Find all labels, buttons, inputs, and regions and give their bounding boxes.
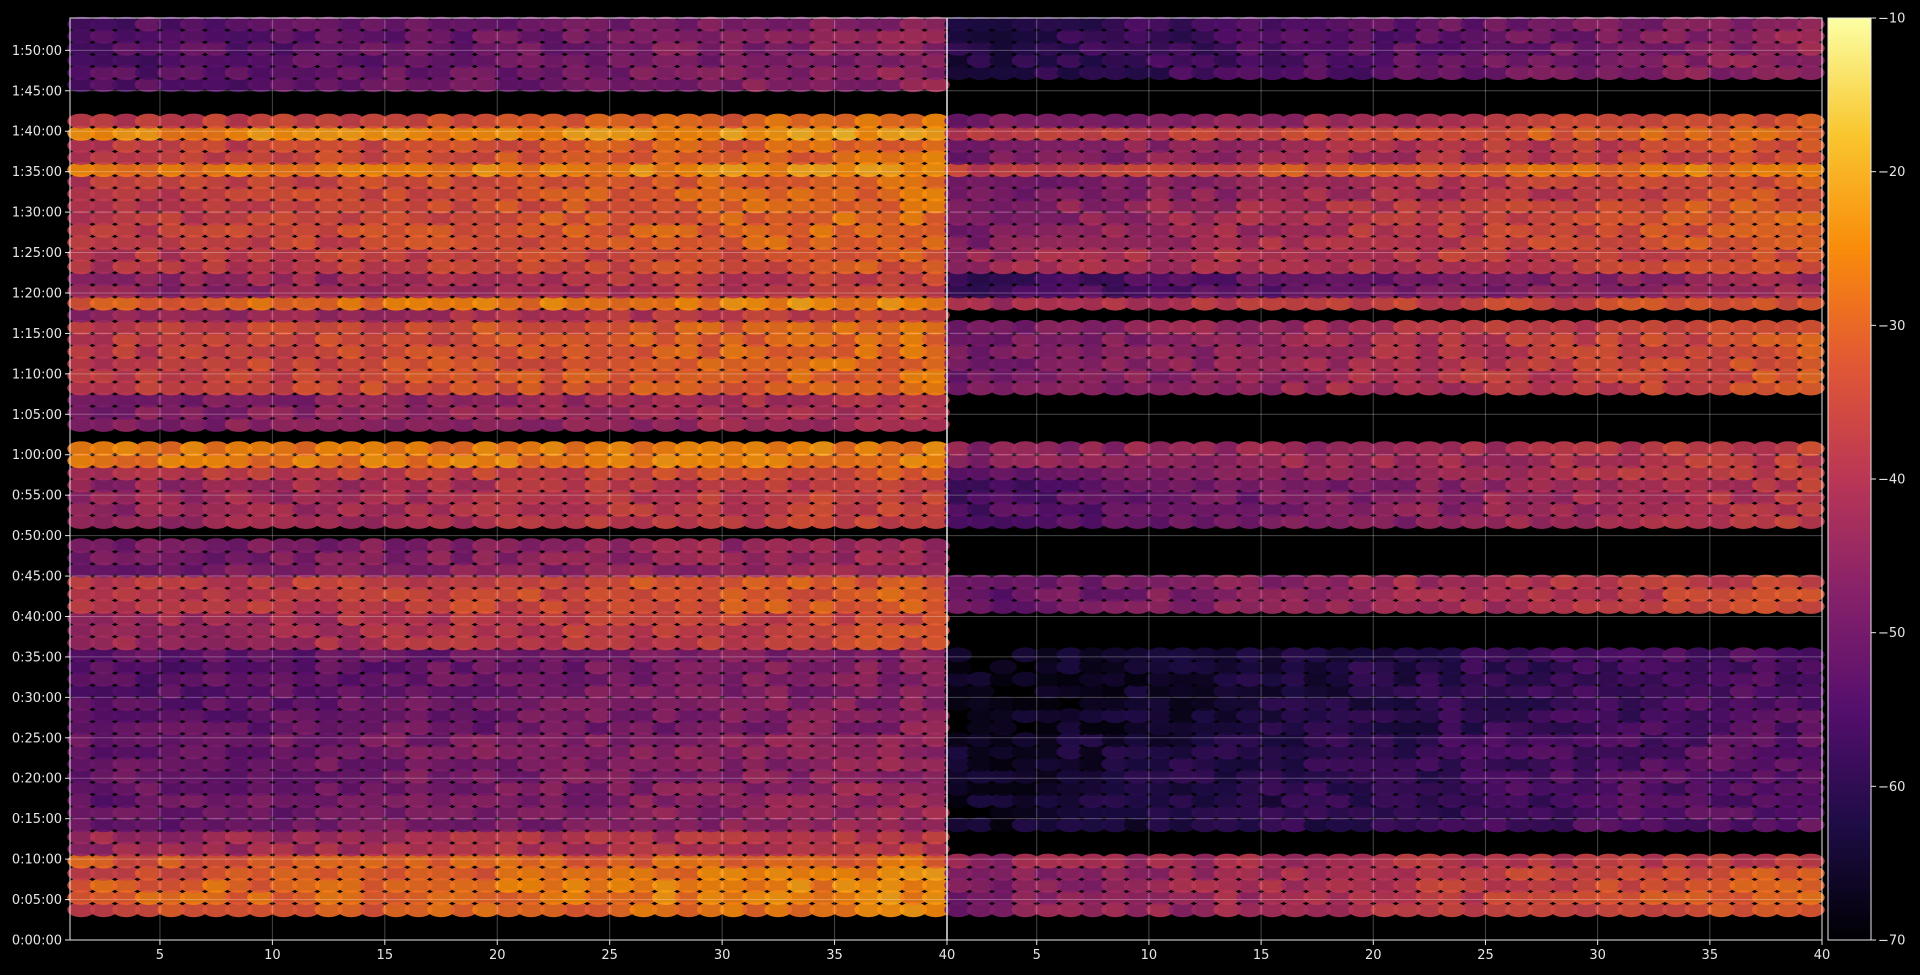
heatmap-panel-1	[67, 16, 950, 918]
heatmap-cell	[944, 647, 973, 663]
y-axis-ticks: 0:00:00 0:05:00 0:10:00 0:15:00 0:20:00 0:25:…	[12, 44, 70, 949]
y-tick-label: 0:25:00	[12, 731, 62, 746]
y-tick-label: 0:20:00	[12, 772, 62, 787]
heatmap-cell	[989, 659, 1017, 675]
y-tick-label: 0:15:00	[12, 812, 62, 827]
heatmap-cell	[921, 538, 950, 554]
y-tick-label: 0:05:00	[12, 893, 62, 908]
heatmap-cell	[1796, 16, 1825, 32]
heatmap-chart: 0:00:00 0:05:00 0:10:00 0:15:00 0:20:00 0:25:…	[12, 12, 1906, 964]
heatmap-cell	[1796, 319, 1825, 335]
heatmap-cells	[67, 16, 1825, 918]
y-tick-label: 0:00:00	[12, 934, 62, 949]
heatmap-cell	[1796, 647, 1825, 663]
heatmap-panel-2	[944, 16, 1825, 918]
heatmap-cell	[1796, 574, 1825, 590]
heatmap-cell	[1796, 441, 1825, 457]
heatmap-cell	[1796, 853, 1825, 869]
y-tick-label: 0:10:00	[12, 853, 62, 868]
heatmap-cell	[1796, 113, 1825, 129]
